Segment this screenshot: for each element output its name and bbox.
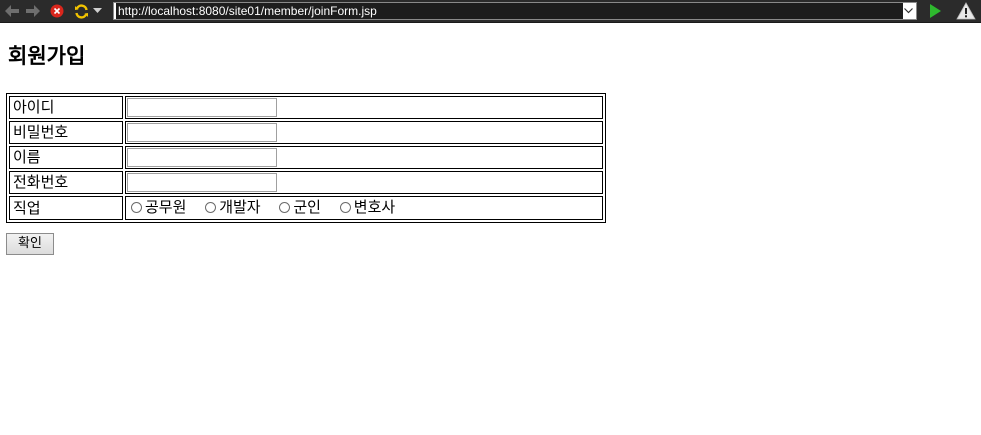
stop-icon: [50, 4, 64, 18]
job-option-label: 공무원: [145, 198, 187, 216]
job-option-civil-servant[interactable]: 공무원: [127, 197, 186, 218]
table-row: 이름: [9, 146, 603, 169]
name-input[interactable]: [127, 148, 277, 167]
browser-toolbar: http://localhost:8080/site01/member/join…: [0, 0, 981, 23]
chevron-down-icon: [903, 8, 913, 14]
forward-button[interactable]: [24, 1, 42, 21]
stop-button[interactable]: [48, 1, 66, 21]
join-form-table: 아이디 비밀번호 이름 전화번호 직업 공무원 개발자 군인 변호사: [6, 93, 606, 223]
address-bar[interactable]: http://localhost:8080/site01/member/join…: [113, 2, 917, 20]
radio-button[interactable]: [205, 202, 217, 213]
radio-button[interactable]: [131, 202, 142, 213]
password-label: 비밀번호: [9, 121, 123, 144]
name-cell: [125, 146, 603, 169]
job-cell: 공무원 개발자 군인 변호사: [125, 196, 603, 220]
submit-button[interactable]: 확인: [6, 233, 54, 255]
radio-button[interactable]: [279, 202, 291, 213]
job-option-label: 군인: [293, 198, 321, 216]
go-button[interactable]: [925, 1, 945, 21]
refresh-icon: [74, 3, 88, 19]
job-option-label: 개발자: [219, 198, 261, 216]
job-option-lawyer[interactable]: 변호사: [336, 197, 395, 218]
table-row: 아이디: [9, 96, 603, 119]
url-history-dropdown[interactable]: [902, 4, 914, 18]
phone-input[interactable]: [127, 173, 277, 192]
phone-cell: [125, 171, 603, 194]
warning-button[interactable]: [954, 1, 978, 21]
phone-label: 전화번호: [9, 171, 123, 194]
job-label: 직업: [9, 196, 123, 220]
id-input[interactable]: [127, 98, 277, 117]
chevron-down-icon: [92, 8, 102, 13]
arrow-right-icon: [26, 5, 40, 17]
job-option-label: 변호사: [353, 198, 396, 216]
refresh-button[interactable]: [72, 1, 90, 21]
id-cell: [125, 96, 603, 119]
id-label: 아이디: [9, 96, 123, 119]
table-row: 직업 공무원 개발자 군인 변호사: [9, 196, 603, 220]
back-button[interactable]: [3, 1, 21, 21]
job-option-soldier[interactable]: 군인: [275, 197, 321, 218]
name-label: 이름: [9, 146, 123, 169]
job-option-developer[interactable]: 개발자: [201, 197, 261, 218]
warning-icon: [956, 2, 976, 20]
password-input[interactable]: [127, 123, 277, 142]
table-row: 전화번호: [9, 171, 603, 194]
arrow-left-icon: [5, 5, 19, 17]
url-text[interactable]: http://localhost:8080/site01/member/join…: [116, 3, 903, 19]
play-icon: [930, 4, 941, 18]
page-content: 회원가입 아이디 비밀번호 이름 전화번호 직업 공무원 개발자 군인 변호사 …: [0, 23, 981, 435]
menu-button[interactable]: [91, 1, 103, 21]
table-row: 비밀번호: [9, 121, 603, 144]
radio-button[interactable]: [339, 202, 351, 213]
password-cell: [125, 121, 603, 144]
page-title: 회원가입: [8, 44, 86, 68]
